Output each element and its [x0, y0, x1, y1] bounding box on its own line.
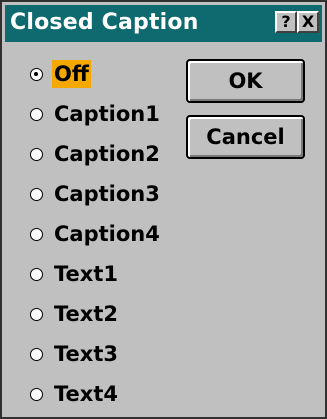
option-label: Text1	[54, 262, 118, 286]
option-label: Caption3	[54, 182, 160, 206]
option-label: Caption2	[54, 142, 160, 166]
radio-icon[interactable]	[30, 267, 43, 281]
radio-icon[interactable]	[30, 307, 43, 321]
radio-option-caption2[interactable]: Caption2	[30, 137, 162, 171]
option-label: Off	[52, 60, 91, 88]
radio-option-caption3[interactable]: Caption3	[30, 177, 162, 211]
radio-icon[interactable]	[30, 107, 43, 121]
radio-icon[interactable]	[30, 147, 43, 161]
radio-icon[interactable]	[30, 227, 43, 241]
radio-selected-icon[interactable]	[30, 67, 43, 81]
option-label: Text4	[54, 382, 118, 406]
radio-icon[interactable]	[30, 387, 43, 401]
help-button[interactable]: ?	[275, 11, 297, 33]
option-label: Caption4	[54, 222, 160, 246]
radio-option-text2[interactable]: Text2	[30, 297, 120, 331]
option-label: Text3	[54, 342, 118, 366]
radio-option-text1[interactable]: Text1	[30, 257, 120, 291]
close-button[interactable]: X	[297, 11, 319, 33]
cancel-button[interactable]: Cancel	[186, 115, 305, 159]
closed-caption-dialog: Closed Caption ? X Off Caption1 Caption2…	[0, 0, 327, 419]
ok-button[interactable]: OK	[186, 59, 305, 103]
option-label: Caption1	[54, 102, 160, 126]
radio-icon[interactable]	[30, 347, 43, 361]
radio-icon[interactable]	[30, 187, 43, 201]
radio-option-text4[interactable]: Text4	[30, 377, 120, 411]
dialog-title: Closed Caption	[10, 10, 199, 35]
radio-option-caption1[interactable]: Caption1	[30, 97, 162, 131]
radio-option-text3[interactable]: Text3	[30, 337, 120, 371]
radio-option-off[interactable]: Off	[30, 57, 91, 91]
title-bar: Closed Caption ? X	[5, 5, 322, 42]
option-label: Text2	[54, 302, 118, 326]
radio-option-caption4[interactable]: Caption4	[30, 217, 162, 251]
